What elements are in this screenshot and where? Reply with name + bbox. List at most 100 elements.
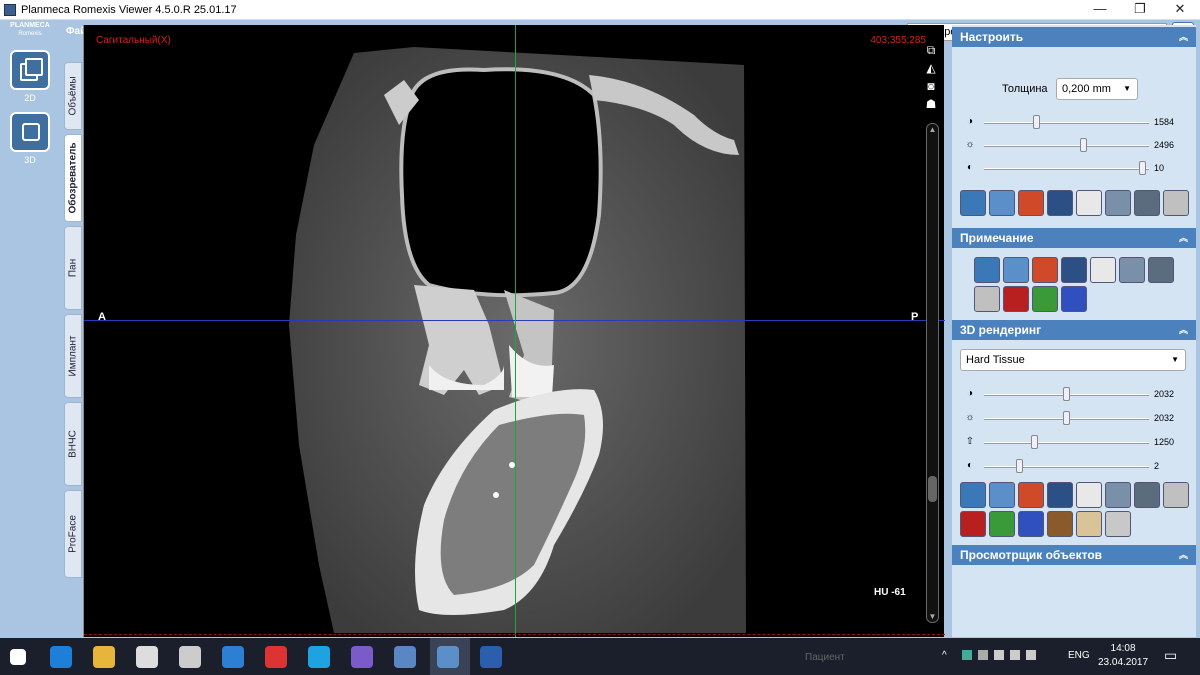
tab-volumes[interactable]: Объёмы (64, 62, 82, 130)
slider-knob[interactable] (1063, 411, 1070, 425)
abc-text-icon[interactable] (1032, 257, 1058, 283)
histogram-icon[interactable] (1076, 190, 1102, 216)
dropbox-tray-icon[interactable] (978, 650, 988, 660)
rendering-slider-1[interactable]: ☼ 2032 (964, 411, 1184, 427)
line-note-icon[interactable] (1119, 257, 1145, 283)
ruler-icon[interactable] (974, 257, 1000, 283)
adjust-slider-2[interactable]: ◐ 10 (964, 161, 1184, 177)
rendering-slider-3[interactable]: ◐ 2 (964, 459, 1184, 475)
collapse-icon[interactable]: ︽ (1179, 320, 1188, 340)
mode-2d-button[interactable] (10, 50, 50, 90)
red-plane-icon[interactable] (1047, 482, 1073, 508)
tab-tmj[interactable]: ВНЧС (64, 402, 82, 486)
sagittal-viewer[interactable]: Сагитальный(X) 403;355;285 A P HU -61 ⧉ … (83, 25, 945, 637)
wrench-icon[interactable] (1163, 190, 1189, 216)
color-grid-icon[interactable] (1047, 511, 1073, 537)
tab-explorer[interactable]: Обозреватель (64, 134, 82, 222)
notification-icon[interactable]: ▭ (1164, 647, 1177, 664)
stamp-icon[interactable] (1032, 286, 1058, 312)
maximize-view-icon[interactable]: ⧉ (924, 43, 938, 57)
freehand-icon[interactable] (1003, 286, 1029, 312)
multi-plane-icon[interactable] (1134, 482, 1160, 508)
tab-proface[interactable]: ProFace (64, 490, 82, 578)
clip-icon[interactable] (1018, 482, 1044, 508)
rendering-slider-2[interactable]: ⇧ 1250 (964, 435, 1184, 451)
adjust-header[interactable]: Настроить ︽ (952, 27, 1196, 47)
objects-header[interactable]: Просмотрщик объектов ︽ (952, 545, 1196, 565)
tab-implant[interactable]: Имплант (64, 314, 82, 398)
window-level-icon[interactable] (1047, 190, 1073, 216)
wire-cube-icon[interactable] (960, 511, 986, 537)
tab-pan[interactable]: Пан (64, 226, 82, 310)
romexis-update-icon[interactable] (394, 646, 416, 668)
zoom-icon[interactable] (960, 190, 986, 216)
red-box-icon[interactable] (1163, 482, 1189, 508)
language-indicator[interactable]: ENG (1068, 650, 1090, 661)
edge-icon[interactable] (50, 646, 72, 668)
abc-label-icon[interactable] (1061, 257, 1087, 283)
collapse-icon[interactable]: ︽ (1179, 545, 1188, 565)
clock[interactable]: 14:08 23.04.2017 (1098, 642, 1148, 670)
slider-track[interactable] (984, 466, 1149, 468)
explorer-icon[interactable] (93, 646, 115, 668)
dropbox-icon[interactable] (136, 646, 158, 668)
battery-icon[interactable] (994, 650, 1004, 660)
slider-knob[interactable] (1080, 138, 1088, 152)
scroll-up-icon[interactable]: ▲ (927, 125, 938, 134)
light-icon[interactable] (989, 482, 1015, 508)
viber-icon[interactable] (351, 646, 373, 668)
calculator-icon[interactable] (179, 646, 201, 668)
mirror-icon[interactable]: ◭ (924, 61, 938, 75)
minimize-button[interactable]: — (1080, 0, 1120, 20)
histogram-icon[interactable] (960, 482, 986, 508)
pan-export-icon[interactable] (1134, 190, 1160, 216)
skull-icon[interactable] (1018, 511, 1044, 537)
blue-plane-icon[interactable] (1105, 482, 1131, 508)
notes-header[interactable]: Примечание ︽ (952, 228, 1196, 248)
layout-icon[interactable] (1105, 190, 1131, 216)
adjust-slider-1[interactable]: ☼ 2496 (964, 138, 1184, 154)
slider-knob[interactable] (1063, 387, 1070, 401)
slider-track[interactable] (984, 168, 1149, 170)
camera-icon[interactable]: ◙ (924, 79, 938, 93)
scrollbar-thumb[interactable] (928, 476, 937, 502)
ccleaner-icon[interactable] (222, 646, 244, 668)
windows-start[interactable] (10, 649, 26, 665)
circle-app-icon[interactable] (265, 646, 287, 668)
maximize-button[interactable]: ❐ (1120, 0, 1160, 20)
slider-knob[interactable] (1015, 459, 1023, 473)
settings-view-icon[interactable]: ☗ (924, 97, 938, 111)
rendering-slider-0[interactable]: ◑ 2032 (964, 387, 1184, 403)
slider-track[interactable] (984, 442, 1149, 444)
pan-hand-icon[interactable] (989, 190, 1015, 216)
slider-knob[interactable] (1031, 435, 1039, 449)
mode-3d-button[interactable] (10, 112, 50, 152)
slice-scrollbar[interactable]: ▲ ▼ (926, 123, 939, 623)
slider-knob[interactable] (1032, 115, 1040, 129)
network-icon[interactable] (1010, 650, 1020, 660)
close-button[interactable]: ✕ (1160, 0, 1200, 20)
drive-icon[interactable] (962, 650, 972, 660)
slider-track[interactable] (984, 145, 1149, 147)
skull-white-icon[interactable] (1105, 511, 1131, 537)
slash-icon[interactable] (1076, 511, 1102, 537)
slider-knob[interactable] (1138, 161, 1146, 175)
scroll-down-icon[interactable]: ▼ (927, 612, 938, 621)
adjust-slider-0[interactable]: ◑ 1584 (964, 115, 1184, 131)
rendering-header[interactable]: 3D рендеринг ︽ (952, 320, 1196, 340)
rotate-icon[interactable] (1018, 190, 1044, 216)
arrow-note-icon[interactable] (1090, 257, 1116, 283)
skype-icon[interactable] (308, 646, 330, 668)
slider-track[interactable] (984, 122, 1149, 124)
area-icon[interactable] (974, 286, 1000, 312)
volume-icon[interactable] (1026, 650, 1036, 660)
collapse-icon[interactable]: ︽ (1179, 228, 1188, 248)
green-box-icon[interactable] (1076, 482, 1102, 508)
render-preset-select[interactable]: Hard Tissue ▼ (960, 349, 1186, 371)
tray-expand-icon[interactable]: ^ (942, 650, 947, 661)
pen-note-icon[interactable] (1061, 286, 1087, 312)
collapse-icon[interactable]: ︽ (1179, 27, 1188, 47)
angle-icon[interactable] (1003, 257, 1029, 283)
paste-icon[interactable] (1148, 257, 1174, 283)
coronal-reference-line[interactable] (515, 25, 516, 637)
